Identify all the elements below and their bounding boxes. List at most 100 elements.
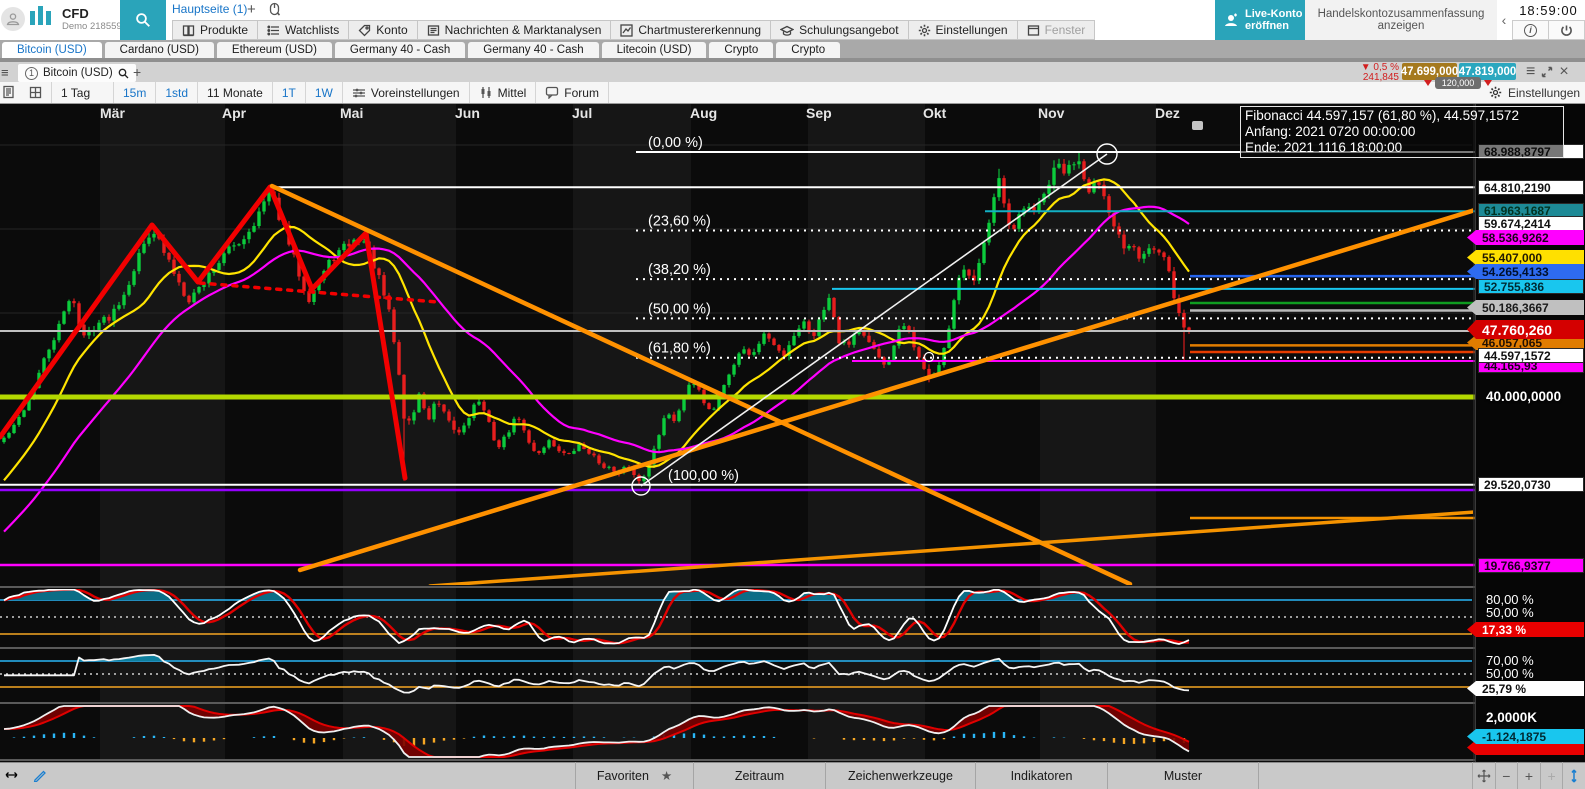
fibonacci-tooltip: Fibonacci 44.597,157 (61,80 %), 44.597,1… <box>1240 106 1564 158</box>
toolbar-mittel[interactable]: Mittel <box>470 82 537 103</box>
axis-tag: -1.124,1875 <box>1467 729 1584 744</box>
move-chart-button[interactable] <box>1472 762 1495 789</box>
instrument-tab-cardano-usd-[interactable]: Cardano (USD) <box>105 42 214 58</box>
close-window-icon[interactable]: × <box>1559 63 1568 81</box>
bottom-button-zeichenwerkzeuge[interactable]: Zeichenwerkzeuge <box>825 762 975 789</box>
toolbar-grid-button[interactable] <box>20 82 52 103</box>
change-absolute: 241,845 <box>1341 73 1399 83</box>
menu-item-label: Konto <box>376 23 407 37</box>
window-hamburger-icon[interactable]: ≡ <box>1 65 9 80</box>
price-axis[interactable]: 68.988,879764.810,219061.963,168759.674,… <box>1475 104 1585 762</box>
menu-item-einstellungen[interactable]: Einstellungen <box>909 20 1018 40</box>
menu-item-label: Fenster <box>1045 23 1086 37</box>
chart-window-tab[interactable]: 1 Bitcoin (USD) <box>18 64 136 82</box>
spread-display: 120,000 <box>1420 76 1496 89</box>
menu-item-schulungsangebot[interactable]: Schulungsangebot <box>771 20 908 40</box>
axis-tag: 25,79 % <box>1467 681 1584 696</box>
chart-window-tab-label: Bitcoin (USD) <box>43 67 113 79</box>
svg-text:(50,00 %): (50,00 %) <box>648 301 711 317</box>
price-chart[interactable]: (0,00 %)(23,60 %)(38,20 %)(50,00 %)(61,8… <box>0 104 1475 762</box>
power-icon <box>1560 24 1573 37</box>
instrument-tab-bitcoin-usd-[interactable]: Bitcoin (USD) <box>2 42 102 58</box>
draw-tool-icon[interactable] <box>33 768 47 782</box>
mittel-label: Mittel <box>498 86 527 100</box>
toolbar-tf-1std[interactable]: 1std <box>156 82 198 103</box>
svg-text:(23,60 %): (23,60 %) <box>648 214 711 230</box>
pan-tool-icon[interactable] <box>4 768 19 782</box>
axis-tag: 50,00 % <box>1486 666 1534 681</box>
svg-text:Jun: Jun <box>455 105 480 121</box>
instrument-tab-ethereum-usd-[interactable]: Ethereum (USD) <box>217 42 332 58</box>
up-down-arrows-icon <box>1568 769 1580 783</box>
note-marker[interactable] <box>1192 121 1203 130</box>
menu-item-watchlists[interactable]: Watchlists <box>258 20 349 40</box>
chart-settings-button[interactable]: Einstellungen <box>1489 82 1580 103</box>
bottom-right-tools: − + + <box>1472 762 1585 789</box>
toolbar-period[interactable]: 1 Tag <box>52 82 114 103</box>
bottom-button-muster[interactable]: Muster <box>1107 762 1259 789</box>
list-icon <box>267 24 280 37</box>
instrument-tab-crypto[interactable]: Crypto <box>776 42 840 58</box>
svg-text:(61,80 %): (61,80 %) <box>648 341 711 357</box>
bottom-button-indikatoren[interactable]: Indikatoren <box>975 762 1107 789</box>
bottom-button-zeitraum[interactable]: Zeitraum <box>693 762 825 789</box>
logout-button[interactable] <box>1548 20 1585 40</box>
add-window-button[interactable]: + <box>133 64 141 80</box>
svg-text:(100,00 %): (100,00 %) <box>668 468 739 484</box>
tooltip-line3: Ende: 2021 1116 18:00:00 <box>1245 140 1559 156</box>
bottom-button-label: Muster <box>1164 769 1202 783</box>
speech-bubble-icon <box>545 86 559 99</box>
gear-icon <box>918 24 931 37</box>
menu-item-nachrichten-marktanalysen[interactable]: Nachrichten & Marktanalysen <box>418 20 612 40</box>
bottom-button-label: Zeichenwerkzeuge <box>848 769 953 783</box>
layout-doc-icon[interactable] <box>2 85 15 99</box>
instrument-tab-germany-40-cash[interactable]: Germany 40 - Cash <box>335 42 465 58</box>
live-konto-button[interactable]: Live-Kontoeröffnen <box>1215 0 1305 40</box>
svg-text:Sep: Sep <box>806 105 832 121</box>
menu-item-produkte[interactable]: Produkte <box>172 20 258 40</box>
instrument-tab-germany-40-cash[interactable]: Germany 40 - Cash <box>468 42 598 58</box>
svg-text:Apr: Apr <box>222 105 247 121</box>
zoom-out-button[interactable]: − <box>1495 762 1518 789</box>
user-avatar-icon[interactable] <box>1 7 25 31</box>
grid-icon <box>29 86 42 99</box>
menu-item-fenster[interactable]: Fenster <box>1018 20 1096 40</box>
presets-label: Voreinstellungen <box>371 86 460 100</box>
mouse-settings-icon[interactable] <box>268 2 281 16</box>
svg-text:Mär: Mär <box>100 105 125 121</box>
toolbar-tf-1w[interactable]: 1W <box>306 82 343 103</box>
bottom-center-buttons: Favoriten★Zeitraum Zeichenwerkzeuge Indika… <box>575 762 1259 789</box>
axis-tag: 17,33 % <box>1467 622 1584 637</box>
instrument-tab-crypto[interactable]: Crypto <box>709 42 773 58</box>
menu-item-chartmustererkennung[interactable]: Chartmustererkennung <box>611 20 771 40</box>
toolbar-presets[interactable]: Voreinstellungen <box>343 82 470 103</box>
info-button[interactable]: i <box>1512 20 1548 40</box>
collapse-chevron-icon[interactable]: ‹ <box>1498 10 1510 30</box>
zoom-in-button[interactable]: + <box>1517 762 1540 789</box>
menu-item-konto[interactable]: Konto <box>349 20 417 40</box>
search-small-icon[interactable] <box>118 68 129 79</box>
toolbar-forum[interactable]: Forum <box>536 82 609 103</box>
window-menu-icon[interactable]: ≡ <box>1526 63 1535 81</box>
add-page-button[interactable]: + <box>247 1 256 18</box>
search-button[interactable] <box>120 0 166 40</box>
axis-tag: 40.000,0000 <box>1486 389 1561 404</box>
toolbar-range[interactable]: 11 Monate <box>198 82 273 103</box>
forum-label: Forum <box>564 86 599 100</box>
instrument-tab-litecoin-usd-[interactable]: Litecoin (USD) <box>602 42 707 58</box>
tooltip-line2: Anfang: 2021 0720 00:00:00 <box>1245 124 1559 140</box>
bottom-button-label: Favoriten <box>597 769 649 783</box>
menu-item-label: Schulungsangebot <box>799 23 898 37</box>
bottom-button-favoriten[interactable]: Favoriten★ <box>575 762 693 789</box>
restore-window-icon[interactable] <box>1541 63 1553 81</box>
server-time: 18:59:00 <box>1512 0 1585 20</box>
toolbar-tf-1t[interactable]: 1T <box>273 82 306 103</box>
toolbar-tf-15m[interactable]: 15m <box>114 82 156 103</box>
page-tab-hauptseite[interactable]: Hauptseite (1) <box>172 2 247 16</box>
axis-tag: 47.760,260 <box>1467 320 1584 339</box>
axis-tag: 54.265,4133 <box>1467 264 1584 279</box>
vertical-scale-button[interactable] <box>1562 762 1585 789</box>
account-summary-toggle[interactable]: Handelskontozusammenfassung anzeigen <box>1305 0 1497 40</box>
instrument-tab-strip: Bitcoin (USD)Cardano (USD)Ethereum (USD)… <box>0 40 1585 58</box>
crosshair-button[interactable]: + <box>1540 762 1563 789</box>
